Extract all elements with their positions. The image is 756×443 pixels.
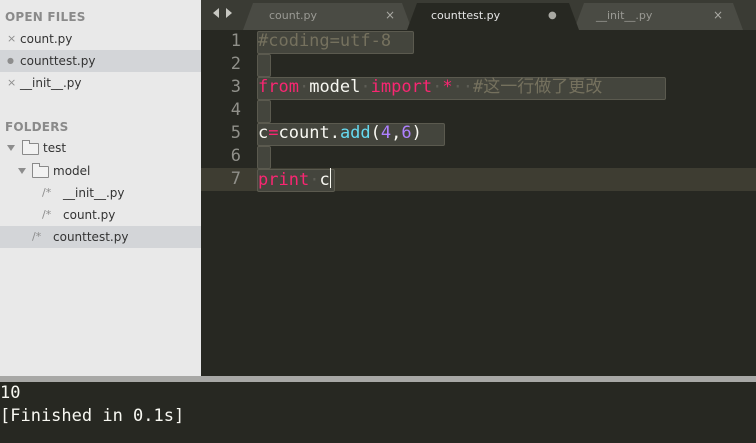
- file-model-init-py[interactable]: /* __init__.py: [0, 182, 201, 204]
- folder-label: test: [43, 141, 67, 155]
- tab-bar: count.py × __init__.py × counttest.py ●: [201, 0, 756, 30]
- code-line-7: print·c: [258, 168, 331, 190]
- folder-icon: [22, 140, 39, 155]
- chevron-down-icon[interactable]: [7, 145, 15, 151]
- punct-token: (: [370, 123, 381, 143]
- file-label: __init__.py: [63, 186, 125, 200]
- file-label: count.py: [63, 208, 116, 222]
- folder-label: model: [53, 164, 91, 178]
- close-icon[interactable]: ×: [7, 72, 16, 94]
- punct-token: .: [329, 123, 340, 143]
- tab-label: __init__.py: [596, 9, 653, 22]
- identifier-token: model: [309, 77, 361, 97]
- line-number: 4: [230, 100, 241, 120]
- open-file-label: count.py: [20, 32, 73, 46]
- operator-token: *: [442, 77, 453, 97]
- selection-block: [257, 54, 271, 77]
- code-editor[interactable]: 1 2 3 4 5 6 7 #coding=utf-8 from·model·i…: [201, 30, 756, 376]
- selection-block: [257, 100, 271, 123]
- tab-init-py[interactable]: __init__.py ×: [574, 3, 743, 30]
- punct-token: ): [411, 123, 422, 143]
- selection-block: [257, 146, 271, 169]
- line-number: 5: [230, 123, 241, 143]
- file-model-count-py[interactable]: /* count.py: [0, 204, 201, 226]
- open-file-init-py[interactable]: × __init__.py: [0, 72, 201, 94]
- folder-test[interactable]: test: [0, 137, 201, 159]
- code-line-5: c=count.add(4,6): [258, 122, 422, 145]
- file-label: counttest.py: [53, 230, 129, 244]
- open-file-label: counttest.py: [20, 54, 96, 68]
- folder-icon: [32, 163, 49, 178]
- folder-model[interactable]: model: [0, 160, 201, 182]
- line-number: 6: [230, 146, 241, 166]
- open-files-title: OPEN FILES: [5, 10, 86, 24]
- keyword-token: import: [370, 77, 433, 97]
- tab-count-py[interactable]: count.py ×: [243, 3, 412, 30]
- line-number: 7: [230, 169, 241, 189]
- identifier-token: c: [319, 170, 330, 190]
- output-line: [Finished in 0.1s]: [0, 406, 185, 426]
- file-icon: /*: [42, 186, 52, 199]
- tab-right-arrow-icon[interactable]: [226, 8, 232, 18]
- number-token: 6: [401, 123, 412, 143]
- tab-close-icon[interactable]: ×: [713, 3, 723, 28]
- close-icon[interactable]: ×: [7, 28, 16, 50]
- chevron-down-icon[interactable]: [18, 168, 26, 174]
- open-file-label: __init__.py: [20, 76, 82, 90]
- tab-left-arrow-icon[interactable]: [213, 8, 219, 18]
- function-token: add: [339, 123, 371, 143]
- sidebar: OPEN FILES × count.py ● counttest.py × _…: [0, 0, 201, 376]
- file-icon: /*: [32, 230, 42, 243]
- keyword-token: print: [258, 170, 310, 190]
- file-counttest-py[interactable]: /* counttest.py: [0, 226, 201, 248]
- number-token: 4: [380, 123, 392, 143]
- output-line: 10: [0, 383, 21, 403]
- punct-token: ,: [391, 123, 402, 143]
- identifier-token: count: [278, 123, 330, 143]
- operator-token: =: [268, 123, 279, 143]
- code-line-3: from·model·import·*··#这一行做了更改: [258, 77, 603, 97]
- identifier-token: c: [258, 123, 269, 143]
- tab-counttest-py[interactable]: counttest.py ●: [407, 3, 579, 30]
- line-number: 1: [230, 31, 241, 51]
- open-file-count-py[interactable]: × count.py: [0, 28, 201, 50]
- build-output-panel: 10 [Finished in 0.1s]: [0, 382, 756, 443]
- unsaved-dot-icon[interactable]: ●: [7, 50, 14, 72]
- tab-label: counttest.py: [431, 9, 501, 22]
- tab-close-icon[interactable]: ×: [385, 3, 395, 28]
- text-cursor: [329, 168, 331, 188]
- keyword-token: from: [258, 77, 299, 97]
- open-file-counttest-py[interactable]: ● counttest.py: [0, 50, 201, 72]
- line-number: 2: [230, 54, 241, 74]
- unsaved-dot-icon[interactable]: ●: [548, 3, 557, 28]
- line-number: 3: [230, 77, 241, 97]
- comment-token: #coding=utf-8: [258, 31, 392, 51]
- file-icon: /*: [42, 208, 52, 221]
- code-line-1: #coding=utf-8: [258, 30, 391, 53]
- folders-title: FOLDERS: [5, 120, 69, 134]
- comment-token: #这一行做了更改: [473, 77, 603, 97]
- tab-label: count.py: [269, 9, 318, 22]
